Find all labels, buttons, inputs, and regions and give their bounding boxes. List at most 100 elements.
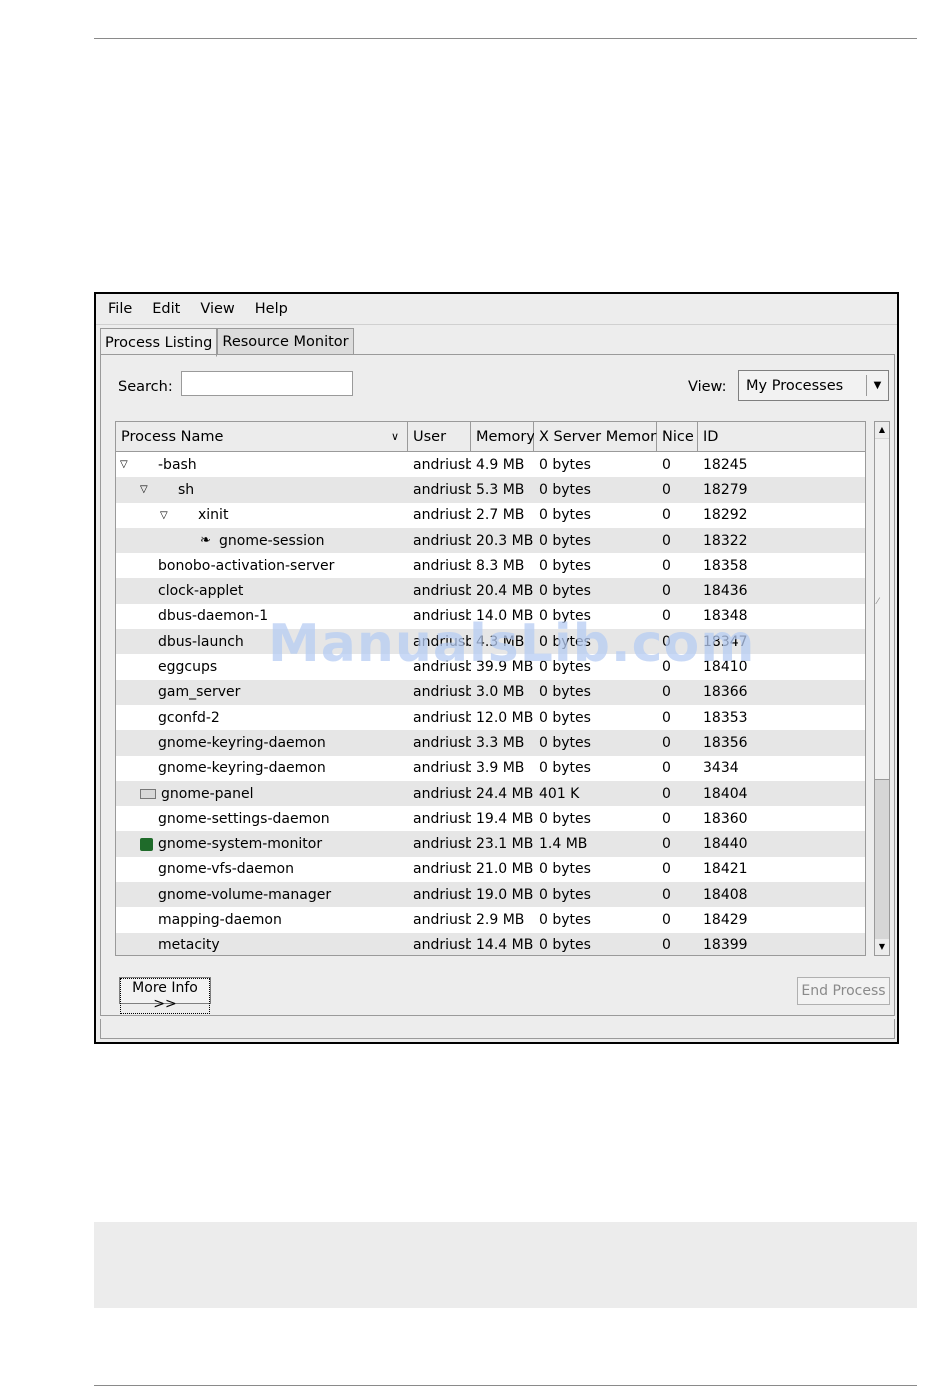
nice-cell: 0 <box>662 583 671 600</box>
menu-help[interactable]: Help <box>255 301 288 317</box>
user-cell: andriusb <box>413 709 471 726</box>
menu-edit[interactable]: Edit <box>152 301 180 317</box>
process-id-cell: 18399 <box>703 937 748 954</box>
process-name-cell: bonobo-activation-server <box>116 558 408 574</box>
vertical-scrollbar[interactable]: ▲ ⁄ ▼ <box>874 421 890 956</box>
memory-cell: 14.4 MB <box>476 937 534 954</box>
process-name: -bash <box>158 456 197 473</box>
column-header-user[interactable]: User <box>408 422 471 452</box>
process-name-cell: ▽ sh <box>116 482 408 498</box>
nice-cell: 0 <box>662 836 671 853</box>
column-header-x-server-memory[interactable]: X Server Memory <box>534 422 665 452</box>
process-id-cell: 18421 <box>703 861 748 878</box>
x-server-memory-cell: 0 bytes <box>539 709 591 726</box>
expander-triangle-icon[interactable]: ▽ <box>120 459 134 470</box>
process-id-cell: 18348 <box>703 608 748 625</box>
memory-cell: 19.4 MB <box>476 810 534 827</box>
memory-cell: 3.0 MB <box>476 684 525 701</box>
expander-triangle-icon[interactable]: ▽ <box>140 484 154 495</box>
user-cell: andriusb <box>413 456 471 473</box>
table-row[interactable]: eggcups andriusb 39.9 MB 0 bytes 0 18410 <box>116 654 865 679</box>
x-server-memory-cell: 0 bytes <box>539 911 591 928</box>
table-header: Process Name ∨ User Memory X Server Memo… <box>116 422 865 452</box>
more-info-label: More Info >> <box>120 978 210 1014</box>
table-row[interactable]: gnome-settings-daemon andriusb 19.4 MB 0 by… <box>116 806 865 831</box>
table-row[interactable]: gnome-volume-manager andriusb 19.0 MB 0 byt… <box>116 882 865 908</box>
scroll-up-arrow-icon[interactable]: ▲ <box>875 422 889 438</box>
expander-triangle-icon[interactable]: ▽ <box>160 510 174 521</box>
tab-process-listing[interactable]: Process Listing <box>100 328 218 357</box>
table-row[interactable]: clock-applet andriusb 20.4 MB 0 bytes 0 18436 <box>116 578 865 604</box>
process-id-cell: 18356 <box>703 734 748 751</box>
user-cell: andriusb <box>413 532 471 549</box>
table-row[interactable]: gnome-panel andriusb 24.4 MB 401 K 0 18404 <box>116 780 865 807</box>
table-row[interactable]: ▽ xinit andriusb 2.7 MB 0 bytes 0 18292 <box>116 503 865 528</box>
chevron-down-icon: ▼ <box>873 380 882 391</box>
user-cell: andriusb <box>413 608 471 625</box>
table-row[interactable]: bonobo-activation-server andriusb 8.3 MB 0 … <box>116 553 865 578</box>
table-row[interactable]: dbus-launch andriusb 4.3 MB 0 bytes 0 18347 <box>116 629 865 655</box>
nice-cell: 0 <box>662 861 671 878</box>
search-input[interactable] <box>181 371 353 396</box>
table-row[interactable]: ▽ sh andriusb 5.3 MB 0 bytes 0 18279 <box>116 477 865 503</box>
page-top-rule <box>94 38 917 39</box>
x-server-memory-cell: 0 bytes <box>539 760 591 777</box>
memory-cell: 19.0 MB <box>476 886 534 903</box>
table-row[interactable]: dbus-daemon-1 andriusb 14.0 MB 0 bytes 0 1834… <box>116 604 865 629</box>
nice-cell: 0 <box>662 760 671 777</box>
table-row[interactable]: gnome-vfs-daemon andriusb 21.0 MB 0 bytes 0 1… <box>116 857 865 882</box>
column-header-process-name[interactable]: Process Name ∨ <box>116 422 408 452</box>
process-name-cell: gconfd-2 <box>116 710 408 726</box>
process-name: gnome-settings-daemon <box>158 810 330 827</box>
user-cell: andriusb <box>413 937 471 954</box>
user-cell: andriusb <box>413 836 471 853</box>
column-header-memory[interactable]: Memory <box>471 422 535 452</box>
table-row[interactable]: gnome-keyring-daemon andriusb 3.3 MB 0 byte… <box>116 730 865 756</box>
table-row[interactable]: ❧ gnome-session andriusb 20.3 MB 0 bytes 0 183… <box>116 527 865 554</box>
x-server-memory-cell: 0 bytes <box>539 557 591 574</box>
memory-cell: 8.3 MB <box>476 557 525 574</box>
table-row[interactable]: gnome-keyring-daemon andriusb 3.9 MB 0 byte… <box>116 756 865 781</box>
scrollbar-thumb[interactable] <box>875 439 889 780</box>
process-id-cell: 18245 <box>703 456 748 473</box>
user-cell: andriusb <box>413 633 471 650</box>
process-id-cell: 18429 <box>703 911 748 928</box>
memory-cell: 4.9 MB <box>476 456 525 473</box>
nice-cell: 0 <box>662 709 671 726</box>
more-info-button[interactable]: More Info >> <box>119 977 211 1014</box>
table-row[interactable]: mapping-daemon andriusb 2.9 MB 0 bytes 0 1842… <box>116 907 865 932</box>
nice-cell: 0 <box>662 937 671 954</box>
column-header-id[interactable]: ID <box>698 422 865 452</box>
process-id-cell: 18404 <box>703 785 748 802</box>
column-header-nice[interactable]: Nice <box>657 422 698 452</box>
table-row[interactable]: gconfd-2 andriusb 12.0 MB 0 bytes 0 18353 <box>116 705 865 730</box>
table-row[interactable]: ▽ -bash andriusb 4.9 MB 0 bytes 0 18245 <box>116 452 865 477</box>
x-server-memory-cell: 0 bytes <box>539 481 591 498</box>
process-name-cell: eggcups <box>116 659 408 675</box>
table-row[interactable]: gnome-system-monitor andriusb 23.1 MB 1.4 M… <box>116 831 865 857</box>
nice-cell: 0 <box>662 507 671 524</box>
tab-resource-monitor[interactable]: Resource Monitor <box>217 328 354 354</box>
process-name-cell: gnome-system-monitor <box>116 836 408 852</box>
end-process-button[interactable]: End Process <box>797 977 890 1005</box>
menu-file[interactable]: File <box>108 301 132 317</box>
x-server-memory-cell: 1.4 MB <box>539 836 588 853</box>
page-bottom-rule <box>94 1385 917 1386</box>
process-name-cell: ▽ -bash <box>116 457 408 473</box>
process-name: gnome-system-monitor <box>158 836 323 853</box>
table-row[interactable]: metacity andriusb 14.4 MB 0 bytes 0 18399 <box>116 932 865 955</box>
scroll-down-arrow-icon[interactable]: ▼ <box>875 939 889 955</box>
process-id-cell: 18436 <box>703 583 748 600</box>
process-name-cell: metacity <box>116 937 408 953</box>
menu-view[interactable]: View <box>200 301 234 317</box>
process-name: sh <box>178 481 195 498</box>
table-row[interactable]: gam_server andriusb 3.0 MB 0 bytes 0 18366 <box>116 679 865 705</box>
process-name: gnome-keyring-daemon <box>158 734 326 751</box>
memory-cell: 20.3 MB <box>476 532 534 549</box>
nice-cell: 0 <box>662 684 671 701</box>
memory-cell: 3.9 MB <box>476 760 525 777</box>
column-header-label: Process Name <box>121 428 224 445</box>
process-id-cell: 18279 <box>703 481 748 498</box>
view-select[interactable]: My Processes ▼ <box>738 370 889 401</box>
memory-cell: 4.3 MB <box>476 633 525 650</box>
